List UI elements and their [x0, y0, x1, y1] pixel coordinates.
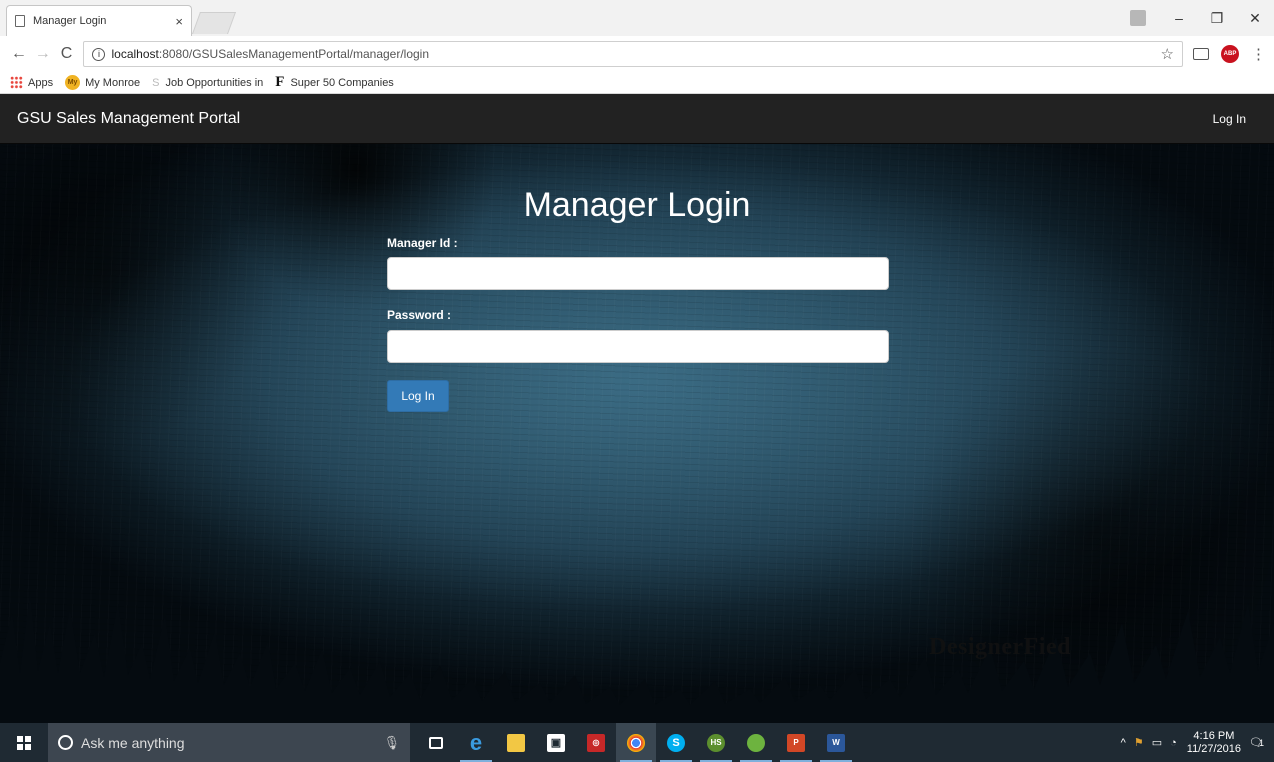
notification-count: 1 — [1258, 737, 1264, 748]
spring-tool-icon[interactable] — [736, 723, 776, 762]
word-icon[interactable]: W — [816, 723, 856, 762]
my-monroe-icon: My — [65, 75, 81, 90]
back-button[interactable]: ← — [8, 45, 30, 63]
flag-icon[interactable]: ⚑ — [1134, 736, 1144, 749]
wifi-icon[interactable]: ◔ — [1170, 737, 1177, 749]
windows-taskbar: Ask me anything 🎙 e ▣ ◎ S HS P W ^ ⚑ ▭ ◔… — [0, 723, 1274, 762]
store-icon[interactable]: ▣ — [536, 723, 576, 762]
password-label: Password : — [387, 308, 452, 322]
pinned-apps: e ▣ ◎ S HS P W — [416, 723, 856, 762]
extension-icons: ABP ⋮ — [1193, 45, 1266, 63]
bookmark-my-monroe[interactable]: My My Monroe — [65, 75, 140, 90]
bookmark-super-50[interactable]: F Super 50 Companies — [275, 74, 394, 91]
reload-button[interactable]: C — [56, 45, 78, 63]
password-input[interactable] — [387, 330, 889, 363]
clock[interactable]: 4:16 PM 11/27/2016 — [1187, 730, 1241, 756]
minimize-button[interactable]: – — [1160, 10, 1198, 26]
battery-icon[interactable]: ▭ — [1152, 736, 1162, 749]
page-title: Manager Login — [523, 186, 751, 224]
tab-close-icon[interactable]: × — [175, 14, 183, 29]
bookmark-apps[interactable]: Apps — [10, 76, 53, 89]
new-tab-button[interactable] — [191, 12, 237, 34]
browser-tab-strip: Manager Login × – ❐ ✕ — [0, 0, 1274, 36]
windows-logo-icon — [17, 735, 31, 750]
address-bar[interactable]: i localhost :8080/GSUSalesManagementPort… — [83, 41, 1183, 67]
bookmark-label: Apps — [28, 76, 54, 89]
clock-time: 4:16 PM — [1193, 729, 1235, 742]
forward-button[interactable]: → — [32, 45, 54, 63]
tab-manager-login[interactable]: Manager Login × — [6, 5, 192, 36]
more-menu-icon[interactable]: ⋮ — [1251, 45, 1266, 63]
photo-app-icon[interactable]: ◎ — [576, 723, 616, 762]
show-hidden-icons-icon[interactable]: ^ — [1121, 737, 1126, 749]
manager-id-label: Manager Id : — [387, 236, 458, 250]
adblock-plus-icon[interactable]: ABP — [1221, 45, 1239, 63]
tab-title: Manager Login — [33, 15, 107, 27]
url-host: localhost — [111, 47, 159, 61]
profile-icon[interactable] — [1130, 10, 1146, 26]
powerpoint-icon[interactable]: P — [776, 723, 816, 762]
file-explorer-icon[interactable] — [496, 723, 536, 762]
grass-silhouette — [0, 593, 1274, 723]
bookmark-label: Job Opportunities in — [165, 76, 264, 89]
cortana-icon — [58, 735, 73, 750]
site-favicon-icon: S — [152, 76, 160, 89]
nav-login-link[interactable]: Log In — [1213, 112, 1246, 126]
task-view-icon[interactable] — [416, 723, 456, 762]
window-controls: – ❐ ✕ — [1130, 0, 1274, 36]
close-window-button[interactable]: ✕ — [1236, 10, 1274, 27]
clock-date: 11/27/2016 — [1186, 742, 1242, 755]
designer-watermark: DesignerFied — [929, 634, 1071, 660]
browser-toolbar: ← → C i localhost :8080/GSUSalesManageme… — [0, 36, 1274, 72]
search-placeholder: Ask me anything — [81, 734, 185, 751]
top-navbar: GSU Sales Management Portal Log In — [0, 94, 1274, 144]
bookmark-label: Super 50 Companies — [290, 76, 394, 89]
microphone-icon[interactable]: 🎙 — [383, 735, 400, 751]
web-page: GSU Sales Management Portal Log In Manag… — [0, 94, 1274, 723]
url-path: :8080/GSUSalesManagementPortal/manager/l… — [158, 47, 430, 61]
restore-button[interactable]: ❐ — [1198, 10, 1236, 27]
bookmarks-bar: Apps My My Monroe S Job Opportunities in… — [0, 72, 1274, 94]
bookmark-star-icon[interactable]: ☆ — [1161, 45, 1174, 63]
bookmark-label: My Monroe — [85, 76, 141, 89]
skype-icon[interactable]: S — [656, 723, 696, 762]
info-icon[interactable]: i — [92, 47, 106, 61]
edge-icon[interactable]: e — [456, 723, 496, 762]
login-button[interactable]: Log In — [387, 380, 449, 412]
start-button[interactable] — [0, 723, 48, 762]
cortana-search-box[interactable]: Ask me anything 🎙 — [48, 723, 410, 762]
apps-grid-icon — [10, 76, 23, 89]
brand-title[interactable]: GSU Sales Management Portal — [17, 110, 240, 128]
page-icon — [15, 15, 25, 27]
chrome-icon[interactable] — [616, 723, 656, 762]
system-tray: ^ ⚑ ▭ ◔ 4:16 PM 11/27/2016 🗨 1 — [1113, 730, 1274, 756]
f-favicon-icon: F — [275, 74, 285, 90]
hs-app-icon[interactable]: HS — [696, 723, 736, 762]
manager-id-input[interactable] — [387, 257, 889, 290]
bookmark-job-opportunities[interactable]: S Job Opportunities in — [152, 77, 263, 89]
cast-icon[interactable] — [1193, 48, 1209, 60]
